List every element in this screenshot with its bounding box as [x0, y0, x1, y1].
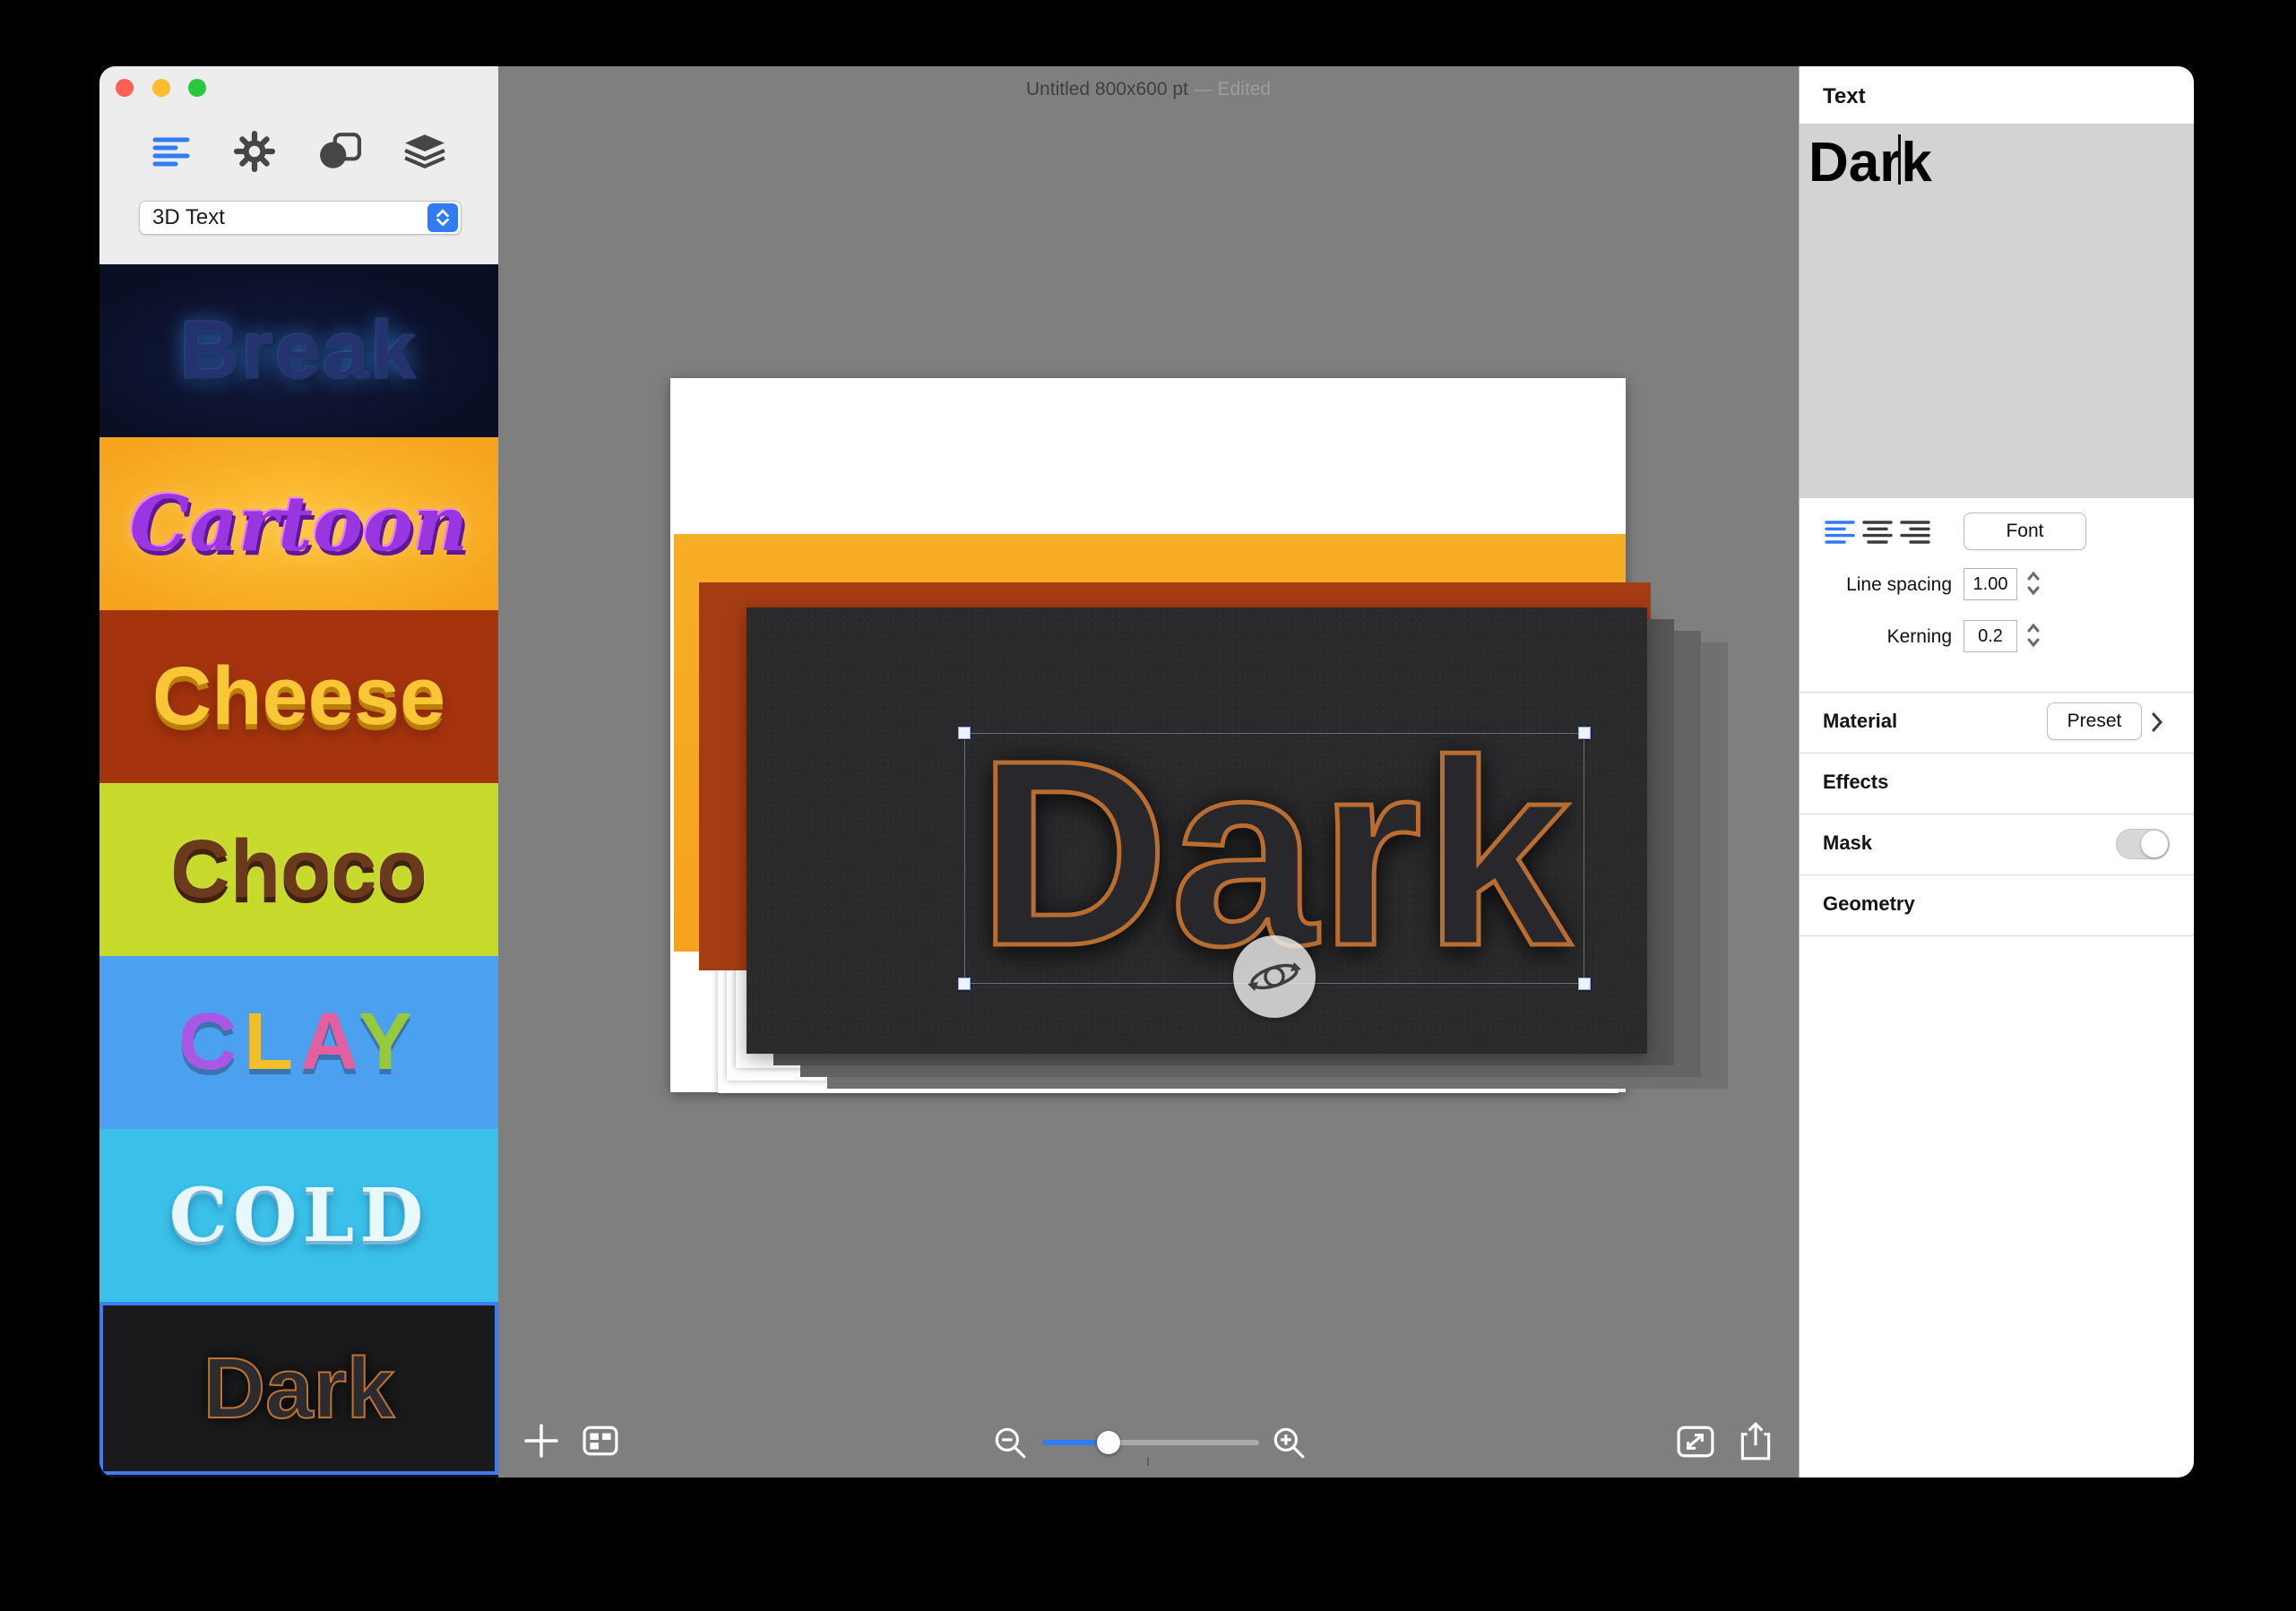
app-window: 3D Text Break Cartoon Cheese Choco	[99, 66, 2194, 1477]
fit-to-window-button[interactable]	[1676, 1425, 1715, 1459]
material-section-label: Material	[1823, 710, 1897, 733]
selection-handle-top-right[interactable]	[1578, 727, 1591, 739]
chevron-right-icon[interactable]	[2151, 711, 2163, 737]
mask-section-label: Mask	[1823, 831, 1872, 855]
gear-icon	[234, 131, 275, 172]
category-dropdown[interactable]: 3D Text	[139, 201, 462, 235]
add-object-button[interactable]	[520, 1419, 563, 1462]
template-chooser-button[interactable]	[579, 1423, 622, 1459]
kerning-label: Kerning	[1800, 624, 1952, 650]
template-dark-label: Dark	[203, 1340, 394, 1438]
mask-toggle[interactable]	[2116, 829, 2170, 859]
template-dark-selected[interactable]: Dark	[99, 1302, 498, 1475]
align-center-icon	[1862, 520, 1893, 545]
zoom-out-icon	[991, 1424, 1029, 1461]
template-clay-label: CLAY	[178, 996, 419, 1089]
mask-toggle-knob	[2141, 831, 2168, 857]
template-cheese-label: Cheese	[152, 650, 445, 744]
template-break[interactable]: Break	[99, 264, 498, 437]
line-spacing-field[interactable]: 1.00	[1964, 568, 2017, 600]
category-dropdown-value: 3D Text	[152, 205, 225, 230]
clay-letter: A	[300, 997, 358, 1087]
rotate-3d-control[interactable]	[1233, 935, 1316, 1018]
shapes-icon	[318, 133, 361, 170]
shapes-tab-button[interactable]	[311, 127, 368, 176]
selection-handle-top-left[interactable]	[958, 727, 971, 739]
align-left-button[interactable]	[1825, 520, 1855, 545]
text-content-editor[interactable]: Dark	[1800, 124, 2194, 498]
template-cartoon-label: Cartoon	[130, 479, 468, 568]
zoom-out-button[interactable]	[990, 1423, 1030, 1462]
minimize-button[interactable]	[152, 79, 170, 97]
layers-icon	[403, 133, 446, 170]
list-lines-icon	[151, 135, 191, 168]
plus-icon	[523, 1423, 559, 1459]
templates-tab-button[interactable]	[142, 127, 200, 176]
document-title-name: Untitled 800x600 pt	[1026, 79, 1188, 99]
sidebar: 3D Text Break Cartoon Cheese Choco	[99, 66, 498, 1477]
stepper-arrows-icon	[2024, 620, 2042, 650]
zoom-in-icon	[1270, 1424, 1308, 1461]
selection-handle-bottom-right[interactable]	[1578, 978, 1591, 990]
zoom-slider[interactable]	[1042, 1440, 1259, 1445]
zoom-slider-knob[interactable]	[1097, 1431, 1120, 1454]
align-right-button[interactable]	[1900, 520, 1930, 545]
share-icon	[1739, 1420, 1773, 1461]
line-spacing-stepper[interactable]	[2024, 568, 2043, 600]
expand-icon	[1677, 1426, 1714, 1458]
zoom-in-button[interactable]	[1269, 1423, 1308, 1462]
kerning-stepper[interactable]	[2024, 620, 2043, 652]
font-button[interactable]: Font	[1964, 513, 2086, 550]
zoom-slider-center-tick	[1147, 1457, 1149, 1466]
align-center-button[interactable]	[1862, 520, 1893, 545]
share-button[interactable]	[1738, 1419, 1774, 1462]
clay-letter: Y	[358, 997, 419, 1087]
template-cold-label: COLD	[169, 1173, 428, 1259]
text-content-value: Dark	[1808, 131, 1932, 194]
kerning-field[interactable]: 0.2	[1964, 620, 2017, 652]
close-button[interactable]	[116, 79, 134, 97]
document-edited-badge: — Edited	[1194, 79, 1271, 99]
material-preset-button[interactable]: Preset	[2047, 702, 2142, 740]
align-right-icon	[1900, 520, 1930, 545]
template-choco[interactable]: Choco	[99, 783, 498, 956]
selection-handle-bottom-left[interactable]	[958, 978, 971, 990]
inspector-panel: Text Dark Font Line spacing 1.00 Kerning…	[1799, 66, 2194, 1477]
template-clay[interactable]: CLAY	[99, 956, 498, 1129]
settings-tab-button[interactable]	[226, 127, 283, 176]
line-spacing-label: Line spacing	[1800, 572, 1952, 599]
grid-icon	[583, 1426, 618, 1456]
template-list: Break Cartoon Cheese Choco CLAY COLD	[99, 264, 498, 1477]
panel-header: Text	[1823, 84, 1866, 109]
geometry-section-label: Geometry	[1823, 892, 1915, 916]
desktop-background: 3D Text Break Cartoon Cheese Choco	[0, 0, 2296, 1611]
orbit-rotate-icon	[1246, 948, 1303, 1005]
divider	[1800, 935, 2194, 936]
template-cheese[interactable]: Cheese	[99, 610, 498, 783]
template-cartoon[interactable]: Cartoon	[99, 437, 498, 610]
template-cold[interactable]: COLD	[99, 1129, 498, 1302]
document-title: Untitled 800x600 pt — Edited	[498, 79, 1799, 100]
fullscreen-button[interactable]	[188, 79, 206, 97]
dropdown-stepper-icon	[427, 203, 458, 232]
template-break-label: Break	[180, 304, 419, 398]
layers-tab-button[interactable]	[396, 127, 453, 176]
clay-letter: C	[178, 997, 244, 1087]
stepper-arrows-icon	[2024, 568, 2042, 599]
effects-section-label: Effects	[1823, 771, 1888, 794]
align-left-icon	[1825, 520, 1855, 545]
text-caret	[1898, 134, 1901, 185]
clay-letter: L	[244, 997, 300, 1087]
template-choco-label: Choco	[170, 823, 427, 917]
canvas-area: Untitled 800x600 pt — Edited Dark	[498, 66, 1799, 1477]
